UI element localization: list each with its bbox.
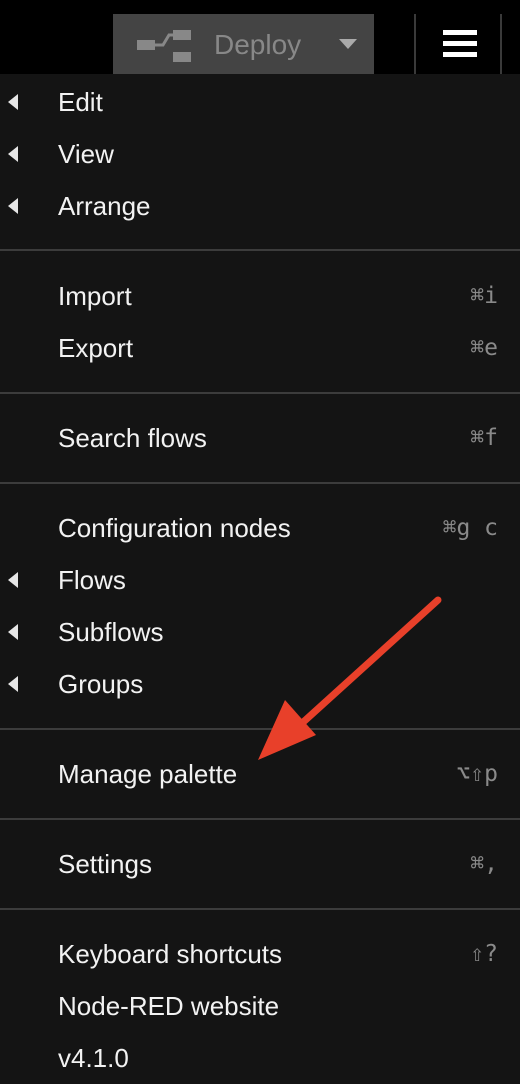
- caret-left-icon: [8, 572, 18, 588]
- menu-separator: [0, 908, 520, 910]
- version-label: v4.1.0: [58, 1043, 129, 1073]
- menu-item-import[interactable]: Import ⌘i: [0, 270, 520, 322]
- menu-item-version: v4.1.0: [0, 1032, 520, 1084]
- menu-item-node-red-website[interactable]: Node-RED website: [0, 980, 520, 1032]
- chevron-down-icon[interactable]: [337, 34, 359, 54]
- menu-item-label: Flows: [58, 565, 126, 595]
- menu-item-label: View: [58, 139, 114, 169]
- menu-item-label: Import: [58, 281, 132, 311]
- menu-item-settings[interactable]: Settings ⌘,: [0, 838, 520, 890]
- menu-item-manage-palette[interactable]: Manage palette ⌥⇧p: [0, 748, 520, 800]
- menu-item-edit[interactable]: Edit: [0, 76, 520, 128]
- menu-item-label: Arrange: [58, 191, 151, 221]
- header-toolbar: Deploy: [0, 0, 520, 74]
- menu-separator: [0, 818, 520, 820]
- menu-item-shortcut: ⌘f: [470, 425, 498, 451]
- menu-item-label: Edit: [58, 87, 103, 117]
- node-red-main-menu-screen: Deploy Edit View Arrange Import ⌘i Expor…: [0, 0, 520, 1084]
- menu-separator: [0, 482, 520, 484]
- menu-item-search-flows[interactable]: Search flows ⌘f: [0, 412, 520, 464]
- menu-item-shortcut: ⌘i: [470, 283, 498, 309]
- menu-item-label: Subflows: [58, 617, 164, 647]
- hamburger-menu-icon: [443, 30, 477, 57]
- menu-item-flows[interactable]: Flows: [0, 554, 520, 606]
- deploy-flow-icon: [137, 30, 191, 62]
- menu-item-shortcut: ⌥⇧p: [456, 761, 498, 787]
- menu-item-label: Groups: [58, 669, 144, 699]
- menu-item-shortcut: ⌘g c: [442, 515, 498, 541]
- menu-separator: [0, 392, 520, 394]
- caret-left-icon: [8, 624, 18, 640]
- menu-item-label: Export: [58, 333, 134, 363]
- caret-left-icon: [8, 676, 18, 692]
- menu-item-view[interactable]: View: [0, 128, 520, 180]
- menu-item-shortcut: ⌘,: [470, 851, 498, 877]
- caret-left-icon: [8, 94, 18, 110]
- menu-item-export[interactable]: Export ⌘e: [0, 322, 520, 374]
- deploy-button-label: Deploy: [214, 29, 302, 60]
- header-divider: [414, 14, 416, 74]
- menu-item-shortcut: ⇧?: [470, 941, 498, 967]
- menu-separator: [0, 728, 520, 730]
- menu-item-label: Node-RED website: [58, 991, 280, 1021]
- menu-item-label: Settings: [58, 849, 152, 879]
- caret-left-icon: [8, 146, 18, 162]
- menu-item-subflows[interactable]: Subflows: [0, 606, 520, 658]
- menu-item-label: Configuration nodes: [58, 513, 291, 543]
- caret-left-icon: [8, 198, 18, 214]
- deploy-button[interactable]: Deploy: [113, 14, 374, 74]
- menu-item-keyboard-shortcuts[interactable]: Keyboard shortcuts ⇧?: [0, 928, 520, 980]
- menu-item-label: Manage palette: [58, 759, 238, 789]
- menu-item-configuration-nodes[interactable]: Configuration nodes ⌘g c: [0, 502, 520, 554]
- menu-item-groups[interactable]: Groups: [0, 658, 520, 710]
- menu-separator: [0, 249, 520, 251]
- menu-item-shortcut: ⌘e: [470, 335, 498, 361]
- menu-item-label: Keyboard shortcuts: [58, 939, 283, 969]
- menu-item-label: Search flows: [58, 423, 207, 453]
- main-menu-button[interactable]: [418, 14, 502, 74]
- menu-item-arrange[interactable]: Arrange: [0, 180, 520, 232]
